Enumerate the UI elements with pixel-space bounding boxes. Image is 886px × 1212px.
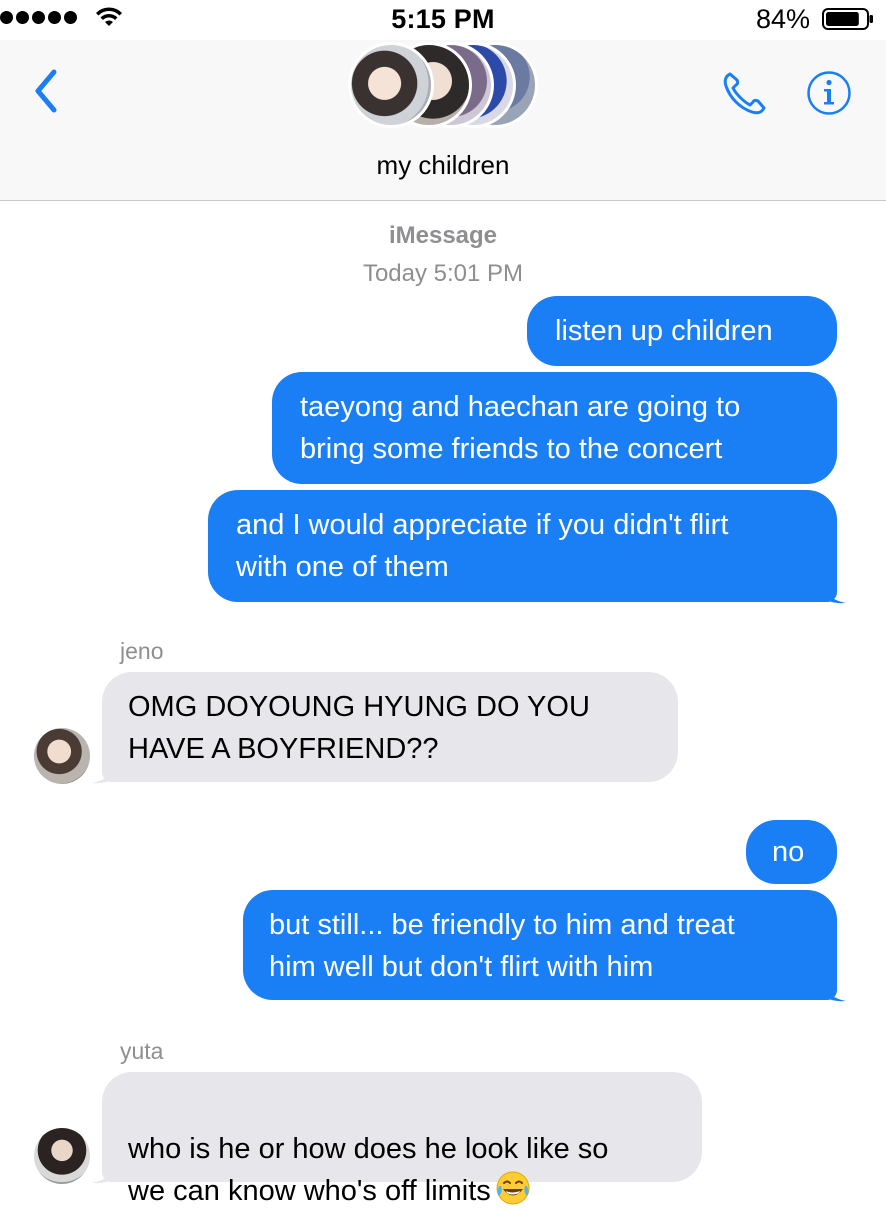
back-chevron-icon[interactable]	[28, 66, 68, 116]
contact-avatar[interactable]	[34, 728, 90, 784]
phone-icon[interactable]	[720, 68, 770, 118]
sent-message-bubble[interactable]: no	[746, 820, 837, 884]
sent-message-bubble[interactable]: but still... be friendly to him and trea…	[243, 890, 837, 1000]
sent-message-bubble[interactable]: listen up children	[527, 296, 837, 366]
sent-message-bubble[interactable]: taeyong and haechan are going to bring s…	[272, 372, 837, 484]
group-name[interactable]: my children	[0, 150, 886, 181]
battery-percentage: 84%	[755, 4, 810, 34]
bubble-tail	[92, 758, 116, 784]
bubble-tail	[822, 578, 846, 604]
group-avatar-stack[interactable]	[348, 42, 548, 132]
sender-name: jeno	[120, 638, 164, 664]
sent-message-bubble[interactable]: and I would appreciate if you didn't fli…	[208, 490, 837, 602]
conversation-header: my children	[0, 40, 886, 201]
bubble-tail	[92, 1158, 116, 1184]
group-member-avatar	[348, 42, 434, 128]
status-bar: 5:15 PM 84%	[0, 0, 886, 40]
contact-avatar[interactable]	[34, 1128, 90, 1184]
sender-name: yuta	[120, 1038, 164, 1064]
battery-icon	[822, 8, 873, 30]
received-message-bubble[interactable]: who is he or how does he look like so we…	[102, 1072, 702, 1207]
face-with-tears-of-joy-icon	[496, 1171, 530, 1205]
bubble-tail	[822, 976, 846, 1002]
service-label: iMessage	[388, 222, 498, 249]
info-icon[interactable]	[806, 70, 852, 116]
thread-timestamp: Today 5:01 PM	[362, 260, 524, 287]
message-text: who is he or how does he look like so we…	[128, 1133, 609, 1207]
status-time: 5:15 PM	[391, 4, 495, 34]
received-message-bubble[interactable]: OMG DOYOUNG HYUNG DO YOU HAVE A BOYFRIEN…	[102, 672, 678, 782]
